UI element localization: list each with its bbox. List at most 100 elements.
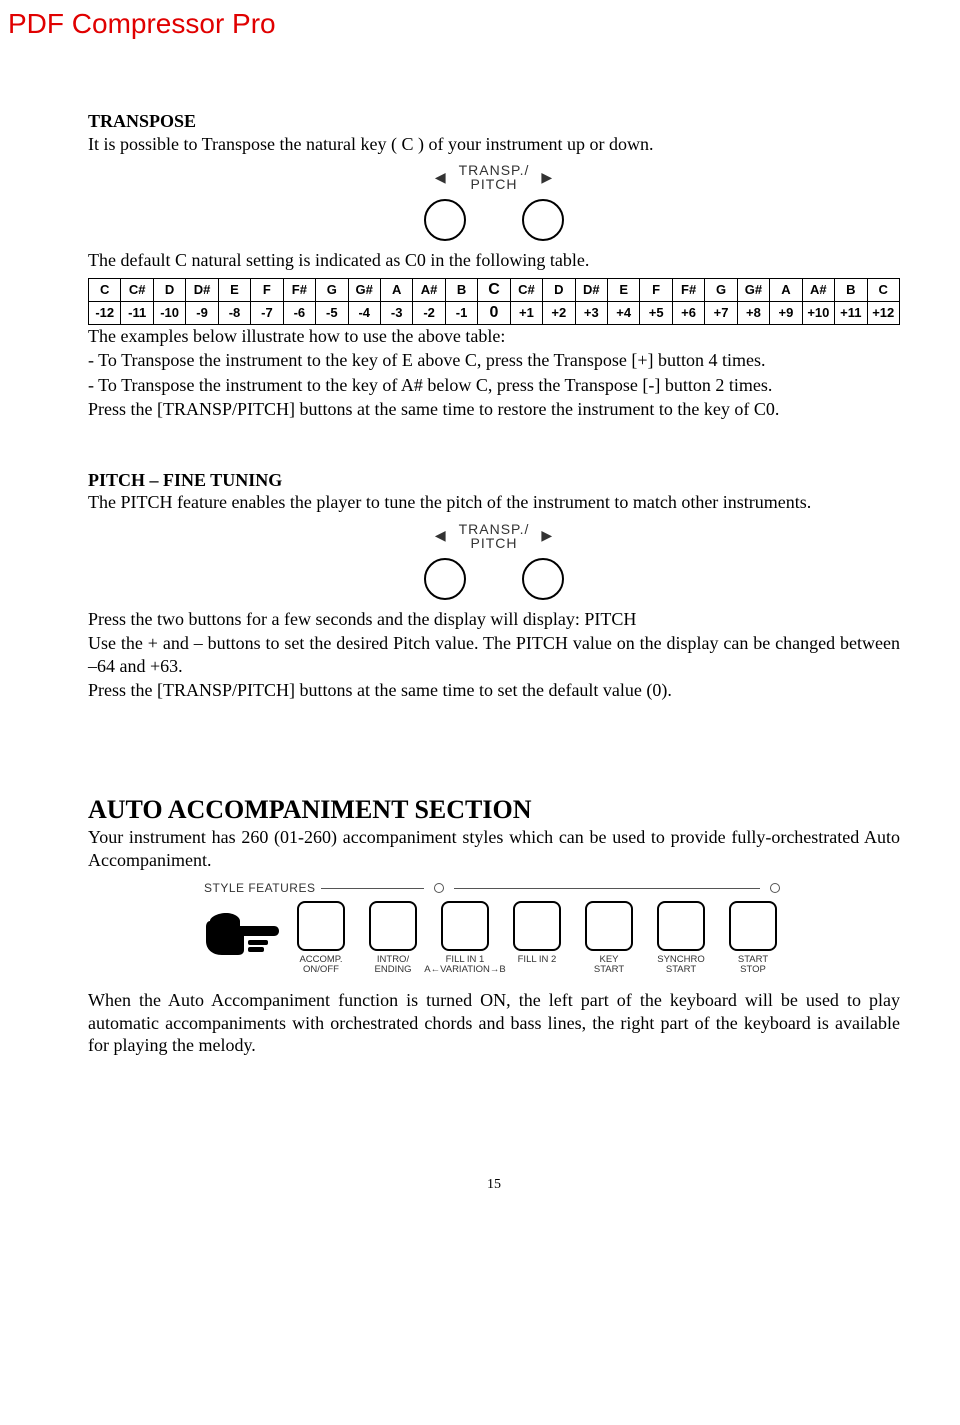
transpose-default-line: The default C natural setting is indicat… — [88, 249, 900, 272]
style-button-label: FILL IN 2 — [518, 955, 557, 977]
style-button: INTRO/ENDING — [362, 901, 424, 977]
style-button-label: FILL IN 1A←VARIATION→B — [424, 955, 505, 977]
table-cell: C# — [121, 278, 153, 301]
style-button: KEYSTART — [578, 901, 640, 977]
table-cell: +10 — [802, 301, 834, 324]
pitch-line-2: Use the + and – buttons to set the desir… — [88, 632, 900, 677]
pitch-line-1: Press the two buttons for a few seconds … — [88, 608, 900, 631]
dot-icon — [434, 883, 444, 893]
transpose-heading: TRANSPOSE — [88, 110, 900, 133]
style-features-diagram: STYLE FEATURES ACCOMP.ON/OFF INTRO/ENDING… — [204, 881, 784, 977]
table-cell: D# — [186, 278, 218, 301]
style-button: FILL IN 1A←VARIATION→B — [434, 901, 496, 977]
accomp-body: When the Auto Accompaniment function is … — [88, 989, 900, 1057]
square-button-icon — [369, 901, 417, 951]
table-cell: +6 — [672, 301, 704, 324]
table-cell: -1 — [445, 301, 477, 324]
style-button: SYNCHROSTART — [650, 901, 712, 977]
table-cell: +1 — [510, 301, 542, 324]
arrow-right-icon: ▶ — [541, 169, 553, 186]
table-cell: F — [640, 278, 672, 301]
dot-icon — [770, 883, 780, 893]
table-cell: -12 — [89, 301, 121, 324]
table-cell: -10 — [153, 301, 185, 324]
table-cell: -7 — [251, 301, 283, 324]
table-cell: F# — [283, 278, 315, 301]
transpose-restore: Press the [TRANSP/PITCH] buttons at the … — [88, 398, 900, 421]
style-button: FILL IN 2 — [506, 901, 568, 977]
style-button: STARTSTOP — [722, 901, 784, 977]
table-cell: G# — [737, 278, 769, 301]
style-button-label: ACCOMP.ON/OFF — [299, 955, 342, 977]
page-number: 15 — [88, 1177, 900, 1193]
table-cell: F — [251, 278, 283, 301]
table-cell: -11 — [121, 301, 153, 324]
table-cell: B — [445, 278, 477, 301]
minus-button-icon — [424, 558, 466, 600]
diagram-label-2: PITCH — [470, 535, 517, 551]
table-cell: A# — [413, 278, 445, 301]
accomp-intro: Your instrument has 260 (01-260) accompa… — [88, 826, 900, 871]
transpose-intro: It is possible to Transpose the natural … — [88, 133, 900, 156]
table-cell: -3 — [380, 301, 412, 324]
style-button-label: SYNCHROSTART — [657, 955, 705, 977]
table-cell: +5 — [640, 301, 672, 324]
transpose-pitch-diagram: ◀ TRANSP./ PITCH ▶ — [424, 163, 564, 241]
table-cell: +3 — [575, 301, 607, 324]
table-cell: G — [705, 278, 737, 301]
table-cell: G# — [348, 278, 380, 301]
table-cell: C — [478, 278, 510, 301]
table-cell: -8 — [218, 301, 250, 324]
table-cell: +4 — [608, 301, 640, 324]
table-cell: D — [543, 278, 575, 301]
square-button-icon — [513, 901, 561, 951]
table-cell: F# — [672, 278, 704, 301]
square-button-icon — [585, 901, 633, 951]
style-button: ACCOMP.ON/OFF — [290, 901, 352, 977]
table-cell: +7 — [705, 301, 737, 324]
pdf-watermark: PDF Compressor Pro — [8, 8, 276, 40]
table-cell: +2 — [543, 301, 575, 324]
plus-button-icon — [522, 199, 564, 241]
transpose-example-2: - To Transpose the instrument to the key… — [88, 374, 900, 397]
table-cell: B — [835, 278, 867, 301]
table-cell: A — [380, 278, 412, 301]
diagram-label-2: PITCH — [470, 176, 517, 192]
table-cell: C# — [510, 278, 542, 301]
table-cell: -4 — [348, 301, 380, 324]
style-button-label: KEYSTART — [594, 955, 624, 977]
table-cell: +8 — [737, 301, 769, 324]
style-features-title: STYLE FEATURES — [204, 881, 315, 895]
table-cell: D# — [575, 278, 607, 301]
style-button-label: INTRO/ENDING — [375, 955, 412, 977]
table-cell: A# — [802, 278, 834, 301]
pitch-line-3: Press the [TRANSP/PITCH] buttons at the … — [88, 679, 900, 702]
table-cell: E — [218, 278, 250, 301]
table-cell: -6 — [283, 301, 315, 324]
square-button-icon — [297, 901, 345, 951]
square-button-icon — [657, 901, 705, 951]
pitch-intro: The PITCH feature enables the player to … — [88, 491, 900, 514]
table-cell: -5 — [316, 301, 348, 324]
page-content: TRANSPOSE It is possible to Transpose th… — [0, 0, 960, 1233]
table-cell: +12 — [867, 301, 900, 324]
plus-button-icon — [522, 558, 564, 600]
table-cell: E — [608, 278, 640, 301]
pitch-heading: PITCH – FINE TUNING — [88, 469, 900, 492]
arrow-left-icon: ◀ — [435, 169, 447, 186]
square-button-icon — [441, 901, 489, 951]
table-cell: -2 — [413, 301, 445, 324]
table-cell: D — [153, 278, 185, 301]
minus-button-icon — [424, 199, 466, 241]
table-cell: 0 — [478, 301, 510, 324]
transpose-example-1: - To Transpose the instrument to the key… — [88, 349, 900, 372]
table-cell: C — [867, 278, 900, 301]
table-cell: -9 — [186, 301, 218, 324]
style-button-label: STARTSTOP — [738, 955, 768, 977]
table-cell: A — [770, 278, 802, 301]
pointing-hand-icon — [204, 901, 280, 961]
square-button-icon — [729, 901, 777, 951]
table-cell: +11 — [835, 301, 867, 324]
pitch-diagram: ◀ TRANSP./ PITCH ▶ — [424, 522, 564, 600]
table-cell: C — [89, 278, 121, 301]
